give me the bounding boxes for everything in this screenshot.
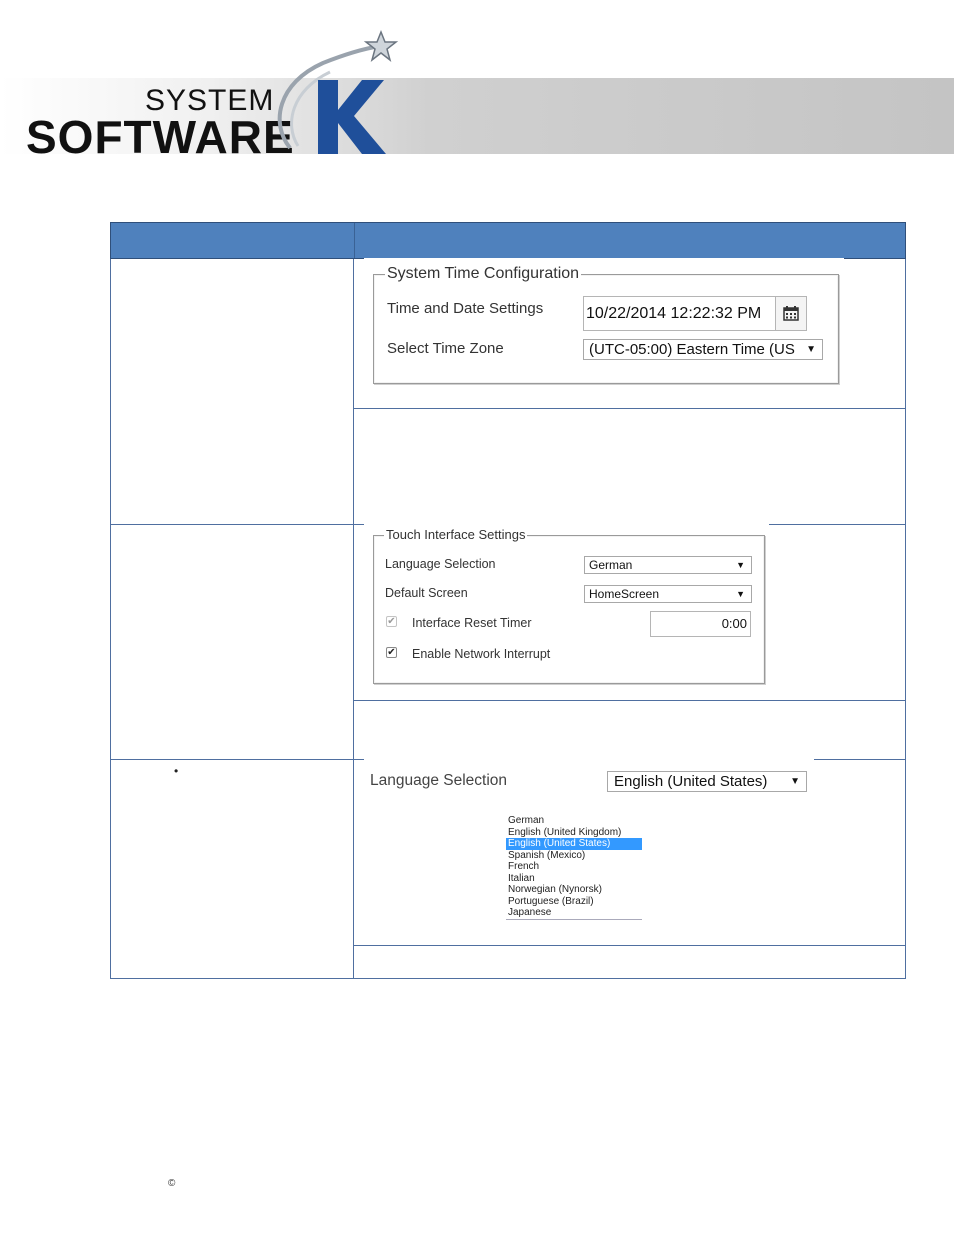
logo-software-text: SOFTWARE bbox=[26, 111, 295, 163]
language-selection-label: Language Selection bbox=[370, 772, 508, 789]
network-interrupt-checkbox[interactable]: ✔ bbox=[386, 647, 397, 658]
checkmark-icon: ✔ bbox=[387, 647, 396, 658]
language-option[interactable]: English (United Kingdom) bbox=[506, 827, 642, 839]
subrow-divider-1 bbox=[353, 408, 906, 409]
copyright-symbol: © bbox=[168, 1178, 176, 1189]
subrow-divider-3 bbox=[353, 945, 906, 946]
language-option[interactable]: Portuguese (Brazil) bbox=[506, 896, 642, 908]
table-border-right bbox=[905, 259, 906, 979]
time-zone-value: (UTC-05:00) Eastern Time (US bbox=[589, 341, 795, 358]
time-config-legend: System Time Configuration bbox=[385, 265, 582, 283]
date-time-input[interactable]: 10/22/2014 12:22:32 PM bbox=[583, 296, 776, 331]
checkmark-icon: ✔ bbox=[387, 616, 396, 627]
table-border-left bbox=[110, 259, 111, 979]
time-zone-select[interactable]: (UTC-05:00) Eastern Time (US ▼ bbox=[583, 339, 823, 360]
language-option[interactable]: Norwegian (Nynorsk) bbox=[506, 884, 642, 896]
language-options-list: German English (United Kingdom) English (U… bbox=[506, 815, 642, 920]
calendar-button[interactable] bbox=[775, 296, 807, 331]
table-border-bottom bbox=[110, 978, 906, 979]
default-screen-value: HomeScreen bbox=[589, 587, 660, 601]
default-screen-select[interactable]: HomeScreen ▼ bbox=[584, 585, 752, 603]
table-header bbox=[110, 222, 906, 259]
star-icon bbox=[363, 29, 399, 62]
chevron-down-icon: ▼ bbox=[736, 560, 745, 570]
language-option[interactable]: Spanish (Mexico) bbox=[506, 850, 642, 862]
language-option[interactable]: German bbox=[506, 815, 642, 827]
logo-k-mark bbox=[277, 29, 399, 154]
default-screen-label: Default Screen bbox=[385, 586, 468, 600]
list-bullet: • bbox=[174, 764, 179, 778]
table-column-divider bbox=[353, 259, 354, 979]
time-zone-label: Select Time Zone bbox=[387, 340, 504, 357]
touch-language-select[interactable]: German ▼ bbox=[584, 556, 752, 574]
touch-language-label: Language Selection bbox=[385, 557, 496, 571]
chevron-down-icon: ▼ bbox=[790, 776, 800, 787]
language-option[interactable]: French bbox=[506, 861, 642, 873]
logo-k-letter bbox=[318, 80, 386, 154]
language-option[interactable]: Italian bbox=[506, 873, 642, 885]
chevron-down-icon: ▼ bbox=[736, 589, 745, 599]
language-option[interactable]: Japanese bbox=[506, 907, 642, 919]
touch-settings-legend: Touch Interface Settings bbox=[384, 527, 528, 542]
touch-language-value: German bbox=[589, 558, 633, 572]
language-selection-select[interactable]: English (United States) ▼ bbox=[607, 771, 807, 792]
chevron-down-icon: ▼ bbox=[806, 344, 816, 355]
reset-timer-checkbox[interactable]: ✔ bbox=[386, 616, 397, 627]
language-option[interactable]: English (United States) bbox=[506, 838, 642, 850]
reset-timer-input[interactable]: 0:00 bbox=[650, 611, 751, 637]
subrow-divider-2 bbox=[353, 700, 906, 701]
calendar-icon bbox=[783, 306, 799, 321]
date-settings-label: Time and Date Settings bbox=[387, 300, 544, 317]
language-selection-value: English (United States) bbox=[614, 773, 768, 790]
network-interrupt-label: Enable Network Interrupt bbox=[412, 647, 551, 661]
reset-timer-label: Interface Reset Timer bbox=[412, 616, 532, 630]
